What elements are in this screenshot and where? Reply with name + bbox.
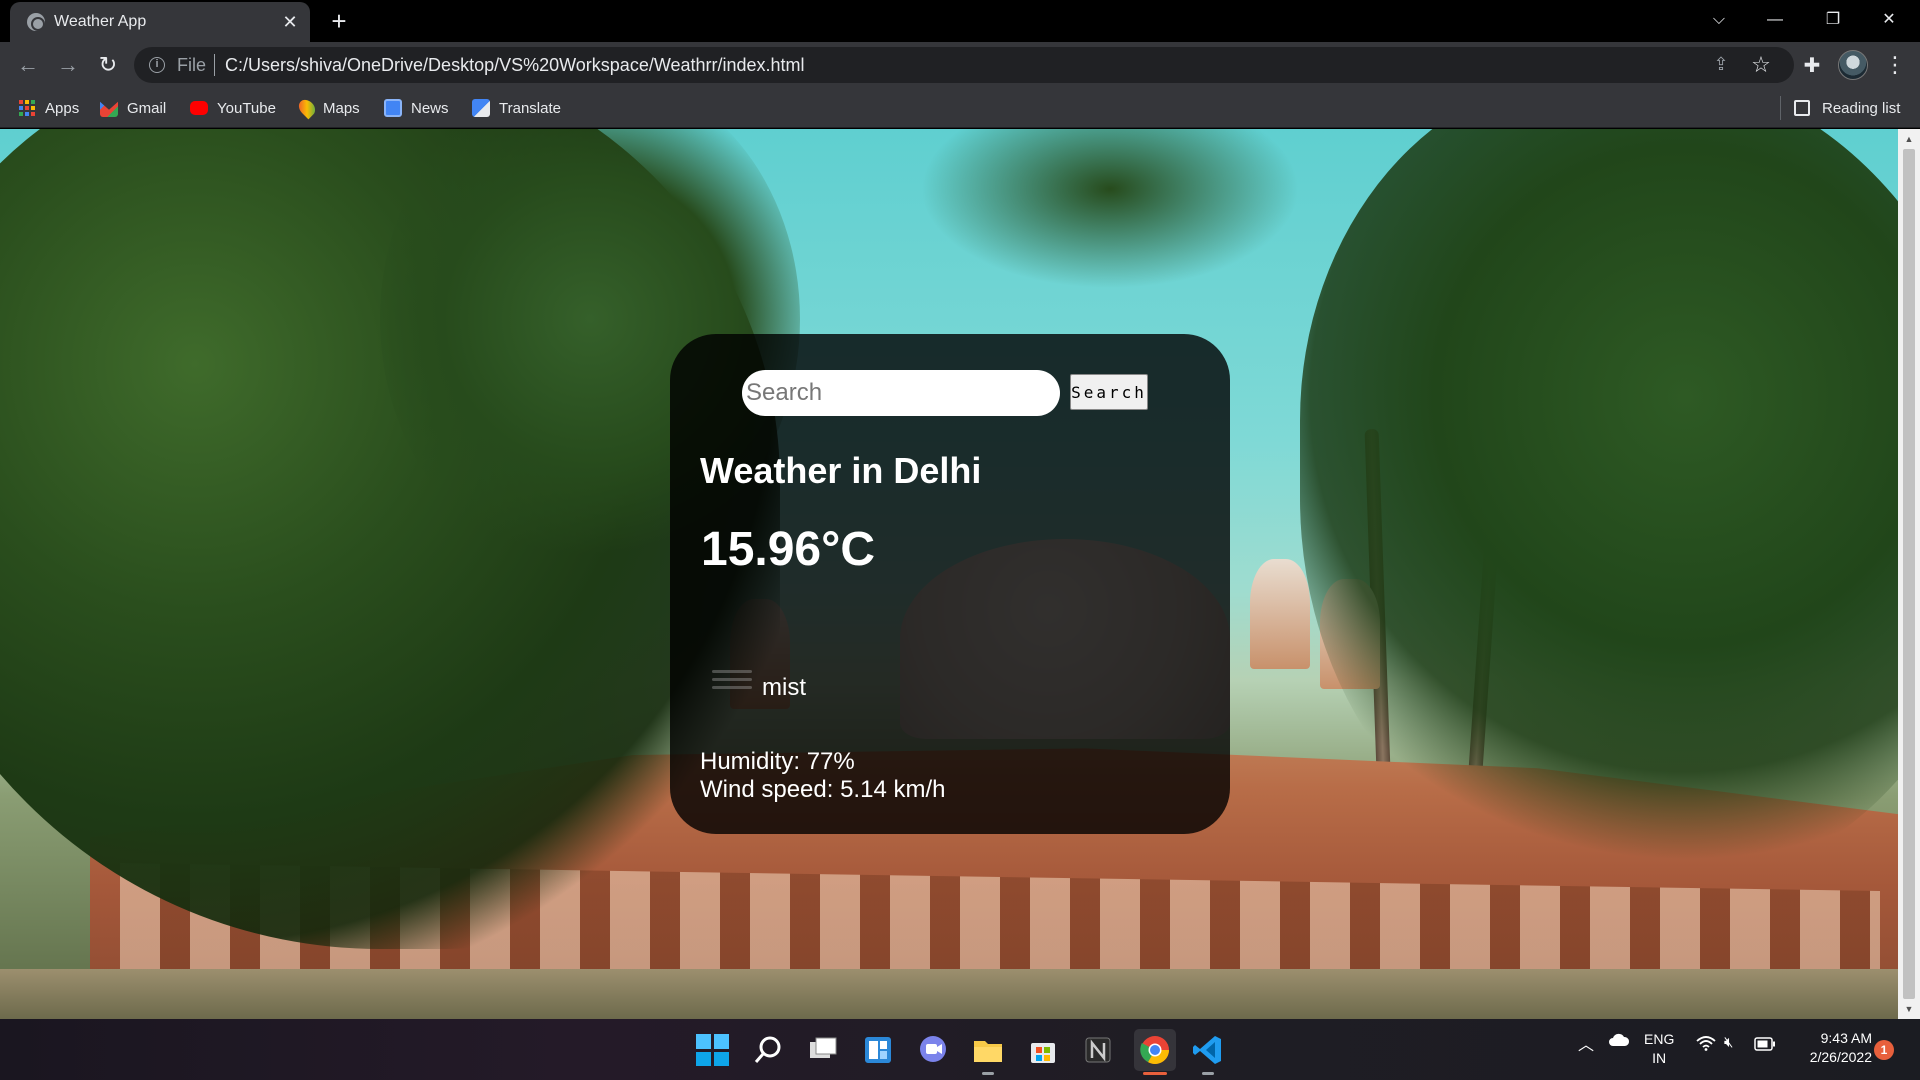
profile-avatar[interactable] (1838, 50, 1868, 80)
bookmark-label: News (411, 99, 449, 117)
bookmark-label: YouTube (217, 99, 276, 117)
minimize-button[interactable]: — (1752, 4, 1798, 36)
vertical-scrollbar[interactable]: ▲ ▼ (1898, 129, 1920, 1019)
youtube-icon (190, 101, 208, 115)
gmail-icon (100, 101, 118, 117)
mist-icon (712, 670, 752, 700)
vscode-icon[interactable] (1190, 1032, 1226, 1068)
url-scheme-label: File (177, 55, 207, 75)
running-indicator (1202, 1072, 1214, 1075)
menu-kebab-icon[interactable]: ⋮ (1884, 49, 1906, 81)
system-clock[interactable]: 9:43 AM 2/26/2022 (1782, 1029, 1872, 1067)
wind-speed-text: Wind speed: 5.14 km/h (700, 776, 946, 803)
volume-muted-icon[interactable]: 🔇︎ (1724, 1034, 1733, 1051)
bookmark-translate[interactable]: Translate (472, 97, 561, 119)
chat-icon[interactable] (915, 1032, 951, 1068)
active-indicator (1143, 1072, 1167, 1075)
tab-title: Weather App (54, 13, 147, 30)
background-foliage (920, 129, 1300, 289)
bookmark-maps[interactable]: Maps (295, 96, 360, 120)
address-bar[interactable]: i File C:/Users/shiva/OneDrive/Desktop/V… (134, 47, 1794, 83)
bookmark-apps[interactable]: Apps (18, 97, 79, 119)
tray-overflow-chevron-icon[interactable]: ︿ (1578, 1031, 1594, 1055)
bookmark-gmail[interactable]: Gmail (100, 97, 166, 119)
globe-icon (27, 13, 45, 31)
forward-arrow-icon[interactable]: → (52, 49, 84, 81)
bookmarks-divider (1780, 96, 1781, 120)
start-icon[interactable] (694, 1032, 730, 1068)
weather-description: mist (762, 674, 806, 701)
window-close-button[interactable]: ✕ (1866, 4, 1912, 36)
bookmark-label: Maps (323, 99, 360, 117)
windows-taskbar: ︿ ENG IN 🔇︎ 9:43 AM 2/26/2022 1 (0, 1019, 1920, 1080)
store-icon[interactable] (1025, 1032, 1061, 1068)
reading-list-icon (1794, 100, 1810, 116)
bookmark-label: Gmail (127, 99, 167, 117)
humidity-text: Humidity: 77% (700, 748, 855, 775)
reading-list-button[interactable]: Reading list (1794, 97, 1900, 119)
info-icon[interactable]: i (149, 57, 165, 73)
reload-icon[interactable]: ↻ (92, 49, 124, 81)
widgets-icon[interactable] (860, 1032, 896, 1068)
new-tab-button[interactable]: + (325, 7, 353, 35)
tab-search-chevron-icon[interactable]: ⌵ (1696, 4, 1742, 36)
onedrive-cloud-icon[interactable] (1608, 1031, 1630, 1052)
bookmark-youtube[interactable]: YouTube (190, 97, 276, 119)
browser-titlebar: Weather App ✕ + ⌵ — ❐ ✕ (0, 0, 1920, 42)
language-code: ENG (1644, 1031, 1675, 1047)
back-arrow-icon[interactable]: ← (12, 49, 44, 81)
temperature-value: 15.96°C (701, 523, 875, 576)
file-explorer-icon[interactable] (970, 1032, 1006, 1068)
scroll-down-arrow-icon[interactable]: ▼ (1903, 1003, 1915, 1015)
task-view-icon[interactable] (805, 1032, 841, 1068)
chrome-icon[interactable] (1134, 1029, 1176, 1071)
language-indicator[interactable]: ENG IN (1644, 1030, 1674, 1068)
city-heading: Weather in Delhi (700, 450, 982, 491)
clock-date: 2/26/2022 (1809, 1049, 1872, 1065)
browser-toolbar: ← → ↻ i File C:/Users/shiva/OneDrive/Des… (0, 42, 1920, 88)
bookmark-label: Apps (45, 99, 80, 117)
bookmarks-bar: Apps Gmail YouTube Maps News Translate R… (0, 88, 1920, 128)
translate-icon (472, 99, 490, 117)
battery-icon[interactable] (1754, 1037, 1776, 1054)
clock-time: 9:43 AM (1820, 1030, 1872, 1046)
news-icon (384, 99, 402, 117)
bookmark-news[interactable]: News (384, 97, 449, 119)
bookmark-star-icon[interactable]: ☆ (1750, 52, 1772, 77)
close-icon[interactable]: ✕ (278, 10, 302, 34)
weather-card: Search Weather in Delhi 15.96°C mist Hum… (670, 334, 1230, 834)
apps-grid-icon (18, 99, 36, 117)
url-text[interactable]: C:/Users/shiva/OneDrive/Desktop/VS%20Wor… (225, 55, 805, 76)
region-code: IN (1652, 1050, 1667, 1066)
running-indicator (982, 1072, 994, 1075)
notion-icon[interactable] (1080, 1032, 1116, 1068)
background-ground (0, 969, 1898, 1019)
notification-badge[interactable]: 1 (1874, 1040, 1894, 1060)
extensions-puzzle-icon[interactable]: ✚ (1800, 53, 1824, 77)
share-icon[interactable]: ⇪ (1710, 54, 1732, 76)
search-input[interactable] (742, 370, 1060, 416)
reading-list-label: Reading list (1822, 99, 1901, 117)
scrollbar-thumb[interactable] (1903, 149, 1915, 999)
restore-button[interactable]: ❐ (1810, 4, 1856, 36)
bookmark-label: Translate (499, 99, 561, 117)
maps-icon (295, 96, 319, 120)
url-separator (214, 54, 215, 76)
search-icon[interactable] (750, 1032, 786, 1068)
scroll-up-arrow-icon[interactable]: ▲ (1903, 133, 1915, 145)
active-tab[interactable]: Weather App ✕ (10, 2, 310, 42)
wifi-icon[interactable] (1696, 1035, 1716, 1054)
search-button[interactable]: Search (1070, 374, 1148, 410)
background-chhatri (1250, 559, 1310, 669)
